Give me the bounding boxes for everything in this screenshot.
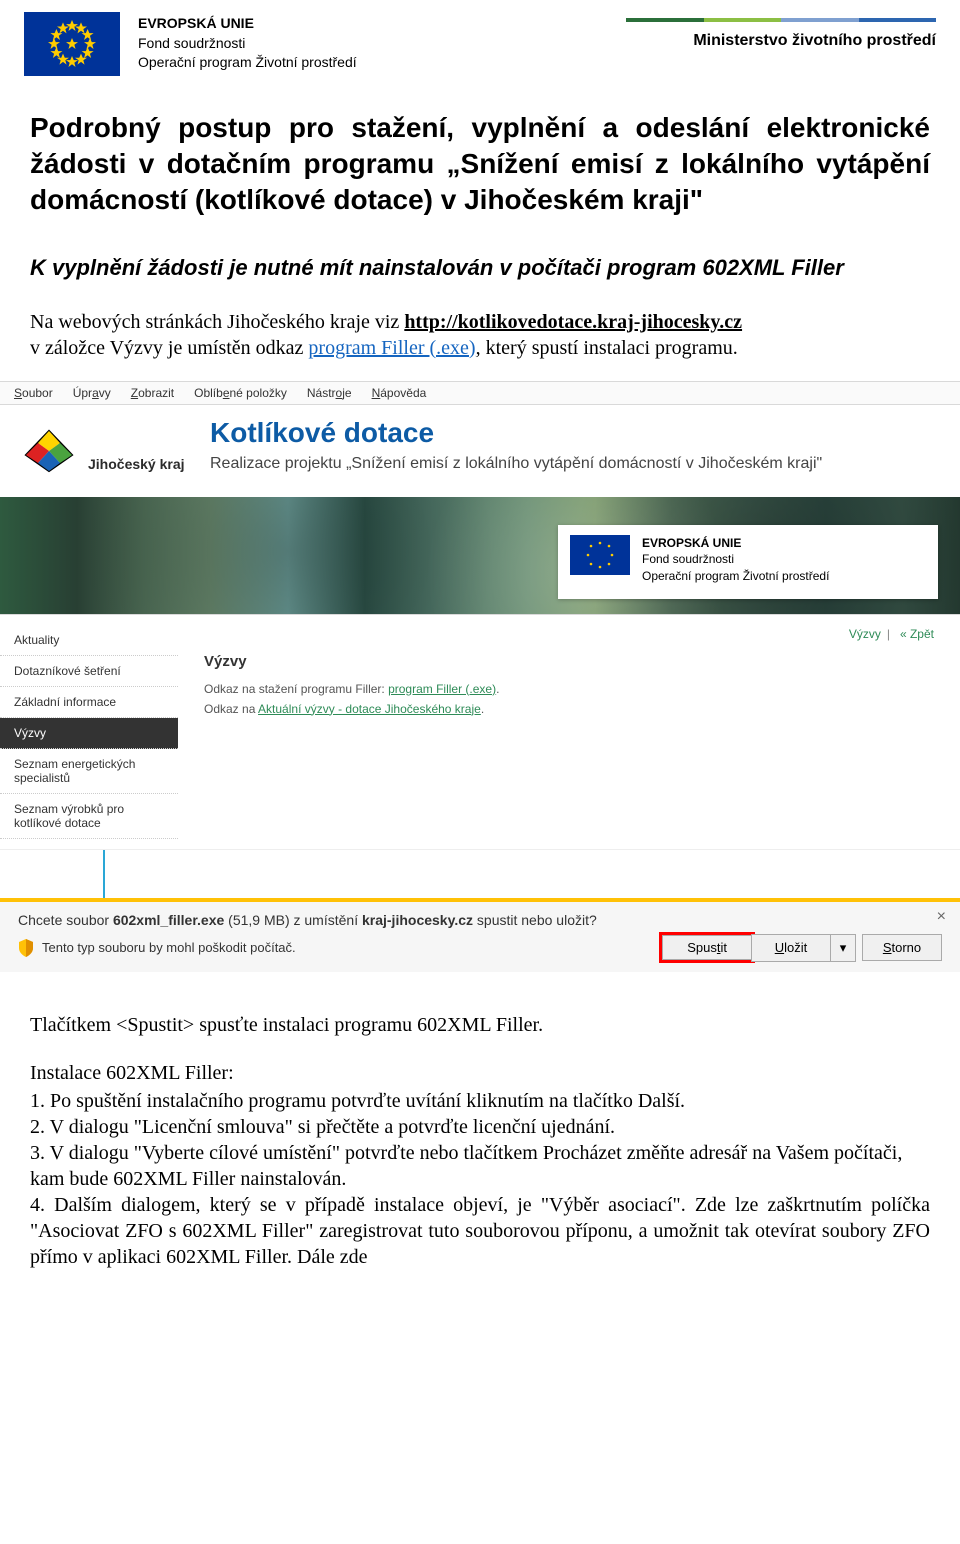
- menu-soubor[interactable]: Soubor: [14, 386, 53, 400]
- vyzvy-line2: Odkaz na Aktuální výzvy - dotace Jihočes…: [204, 702, 940, 716]
- hero-eu-box-text: EVROPSKÁ UNIE Fond soudržnosti Operační …: [642, 535, 829, 585]
- spacer: [0, 850, 960, 898]
- browser-menubar: Soubor Úpravy Zobrazit Oblíbené položky …: [0, 381, 960, 405]
- close-icon[interactable]: ×: [937, 908, 946, 926]
- save-button-group: Uložit ▾: [752, 934, 856, 962]
- aktualni-vyzvy-link[interactable]: Aktuální výzvy - dotace Jihočeského kraj…: [258, 702, 481, 716]
- program-filler-exe-link[interactable]: program Filler (.exe): [388, 682, 496, 696]
- eu-box-l1: EVROPSKÁ UNIE: [642, 535, 829, 552]
- install-step-1: 1. Po spuštění instalačního programu pot…: [30, 1088, 930, 1114]
- download-warning: Tento typ souboru by mohl poškodit počít…: [18, 939, 296, 957]
- lower-instructions: Tlačítkem <Spustit> spusťte instalaci pr…: [0, 972, 960, 1290]
- intro-line2a: v záložce Výzvy je umístěn odkaz: [30, 337, 308, 359]
- download-notification-bar: × Chcete soubor 602xml_filler.exe (51,9 …: [0, 898, 960, 972]
- lower-p1: Tlačítkem <Spustit> spusťte instalaci pr…: [30, 1012, 930, 1038]
- header-left-group: EVROPSKÁ UNIE Fond soudržnosti Operační …: [24, 12, 357, 76]
- vyzvy-line1-pre: Odkaz na stažení programu Filler:: [204, 682, 388, 696]
- install-steps-list: 1. Po spuštění instalačního programu pot…: [30, 1088, 930, 1270]
- eu-line-1: EVROPSKÁ UNIE: [138, 14, 357, 34]
- menu-upravy[interactable]: Úpravy: [73, 386, 111, 400]
- sidebar-item-zakladni[interactable]: Základní informace: [0, 687, 178, 718]
- site-content-strip: Aktuality Dotazníkové šetření Základní i…: [0, 615, 960, 850]
- mzp-label: Ministerstvo životního prostředí: [693, 32, 936, 50]
- vyzvy-heading: Výzvy: [204, 653, 940, 670]
- hero-top-bar: Jihočeský kraj: [0, 405, 960, 497]
- hero-title: Kotlíkové dotace: [210, 417, 434, 449]
- download-prompt-text: Chcete soubor 602xml_filler.exe (51,9 MB…: [18, 912, 942, 928]
- eu-line-2: Fond soudržnosti: [138, 34, 357, 54]
- menu-nastroje[interactable]: Nástroje: [307, 386, 352, 400]
- download-buttons: Spustit Uložit ▾ Storno: [656, 934, 942, 962]
- eu-line-3: Operační program Životní prostředí: [138, 53, 357, 73]
- program-filler-inline-link[interactable]: program Filler (.exe): [308, 337, 475, 359]
- breadcrumb: Výzvy | « Zpět: [204, 623, 940, 653]
- breadcrumb-vyzvy[interactable]: Výzvy: [849, 627, 881, 641]
- sidebar-item-seznam-energetickych[interactable]: Seznam energetických specialistů: [0, 749, 178, 794]
- kotlikove-url-link[interactable]: http://kotlikovedotace.kraj-jihocesky.cz: [404, 311, 742, 333]
- menu-napoveda[interactable]: Nápověda: [372, 386, 427, 400]
- sidebar-item-vyzvy[interactable]: Výzvy: [0, 718, 178, 749]
- dl-size: (51,9 MB) z umístění: [228, 912, 362, 928]
- dl-host: kraj-jihocesky.cz: [362, 912, 473, 928]
- dl-post: spustit nebo uložit?: [477, 912, 597, 928]
- page-title: Podrobný postup pro stažení, vyplnění a …: [30, 110, 930, 217]
- menu-zobrazit[interactable]: Zobrazit: [131, 386, 174, 400]
- download-row2: Tento typ souboru by mohl poškodit počít…: [18, 934, 942, 962]
- kraj-label: Jihočeský kraj: [88, 456, 185, 472]
- install-heading: Instalace 602XML Filler:: [30, 1060, 930, 1086]
- save-button[interactable]: Uložit: [751, 934, 831, 962]
- page-subtitle: K vyplnění žádosti je nutné mít nainstal…: [30, 253, 930, 282]
- sidebar-item-dotaznikove[interactable]: Dotazníkové šetření: [0, 656, 178, 687]
- run-button[interactable]: Spustit: [662, 935, 752, 960]
- dl-warning-text: Tento typ souboru by mohl poškodit počít…: [42, 940, 296, 955]
- strip-main: Výzvy | « Zpět Výzvy Odkaz na stažení pr…: [178, 615, 960, 849]
- install-step-2: 2. V dialogu "Licenční smlouva" si přečt…: [30, 1114, 930, 1140]
- breadcrumb-sep: |: [887, 627, 890, 641]
- sidebar-item-aktuality[interactable]: Aktuality: [0, 625, 178, 656]
- cancel-button[interactable]: Storno: [862, 934, 942, 961]
- site-sidebar: Aktuality Dotazníkové šetření Základní i…: [0, 615, 178, 849]
- kraj-logo: Jihočeský kraj: [22, 427, 185, 475]
- sidebar-item-seznam-vyrobku[interactable]: Seznam výrobků pro kotlíkové dotace: [0, 794, 178, 839]
- site-hero: Jihočeský kraj Kotlíkové dotace Realizac…: [0, 405, 960, 615]
- vyzvy-line1: Odkaz na stažení programu Filler: progra…: [204, 682, 940, 696]
- intro-line2b: , který spustí instalaci programu.: [476, 337, 738, 359]
- vyzvy-line2-post: .: [481, 702, 484, 716]
- intro-pre: Na webových stránkách Jihočeského kraje …: [30, 311, 404, 333]
- page-header: EVROPSKÁ UNIE Fond soudržnosti Operační …: [0, 0, 960, 86]
- install-step-4: 4. Dalším dialogem, který se v případě i…: [30, 1192, 930, 1270]
- shield-warning-icon: [18, 939, 34, 957]
- vyzvy-line2-pre: Odkaz na: [204, 702, 258, 716]
- dl-pre: Chcete soubor: [18, 912, 113, 928]
- eu-header-text: EVROPSKÁ UNIE Fond soudržnosti Operační …: [138, 12, 357, 73]
- dl-filename: 602xml_filler.exe: [113, 912, 224, 928]
- eu-box-l3: Operační program Životní prostředí: [642, 568, 829, 585]
- eu-flag-small-icon: [570, 535, 630, 575]
- hero-eu-box: EVROPSKÁ UNIE Fond soudržnosti Operační …: [558, 525, 938, 599]
- hero-subtitle: Realizace projektu „Snížení emisí z loká…: [210, 455, 822, 473]
- intro-paragraph: Na webových stránkách Jihočeského kraje …: [30, 309, 930, 361]
- header-right-group: Ministerstvo životního prostředí: [626, 12, 936, 50]
- install-step-3: 3. V dialogu "Vyberte cílové umístění" p…: [30, 1140, 930, 1192]
- vyzvy-line1-post: .: [496, 682, 499, 696]
- eu-box-l2: Fond soudržnosti: [642, 551, 829, 568]
- mzp-color-bar: [626, 18, 936, 22]
- save-dropdown-button[interactable]: ▾: [830, 934, 856, 962]
- doc-intro-section: Podrobný postup pro stažení, vyplnění a …: [0, 86, 960, 381]
- breadcrumb-back[interactable]: « Zpět: [900, 627, 934, 641]
- menu-oblibene[interactable]: Oblíbené položky: [194, 386, 287, 400]
- eu-flag-large: [24, 12, 120, 76]
